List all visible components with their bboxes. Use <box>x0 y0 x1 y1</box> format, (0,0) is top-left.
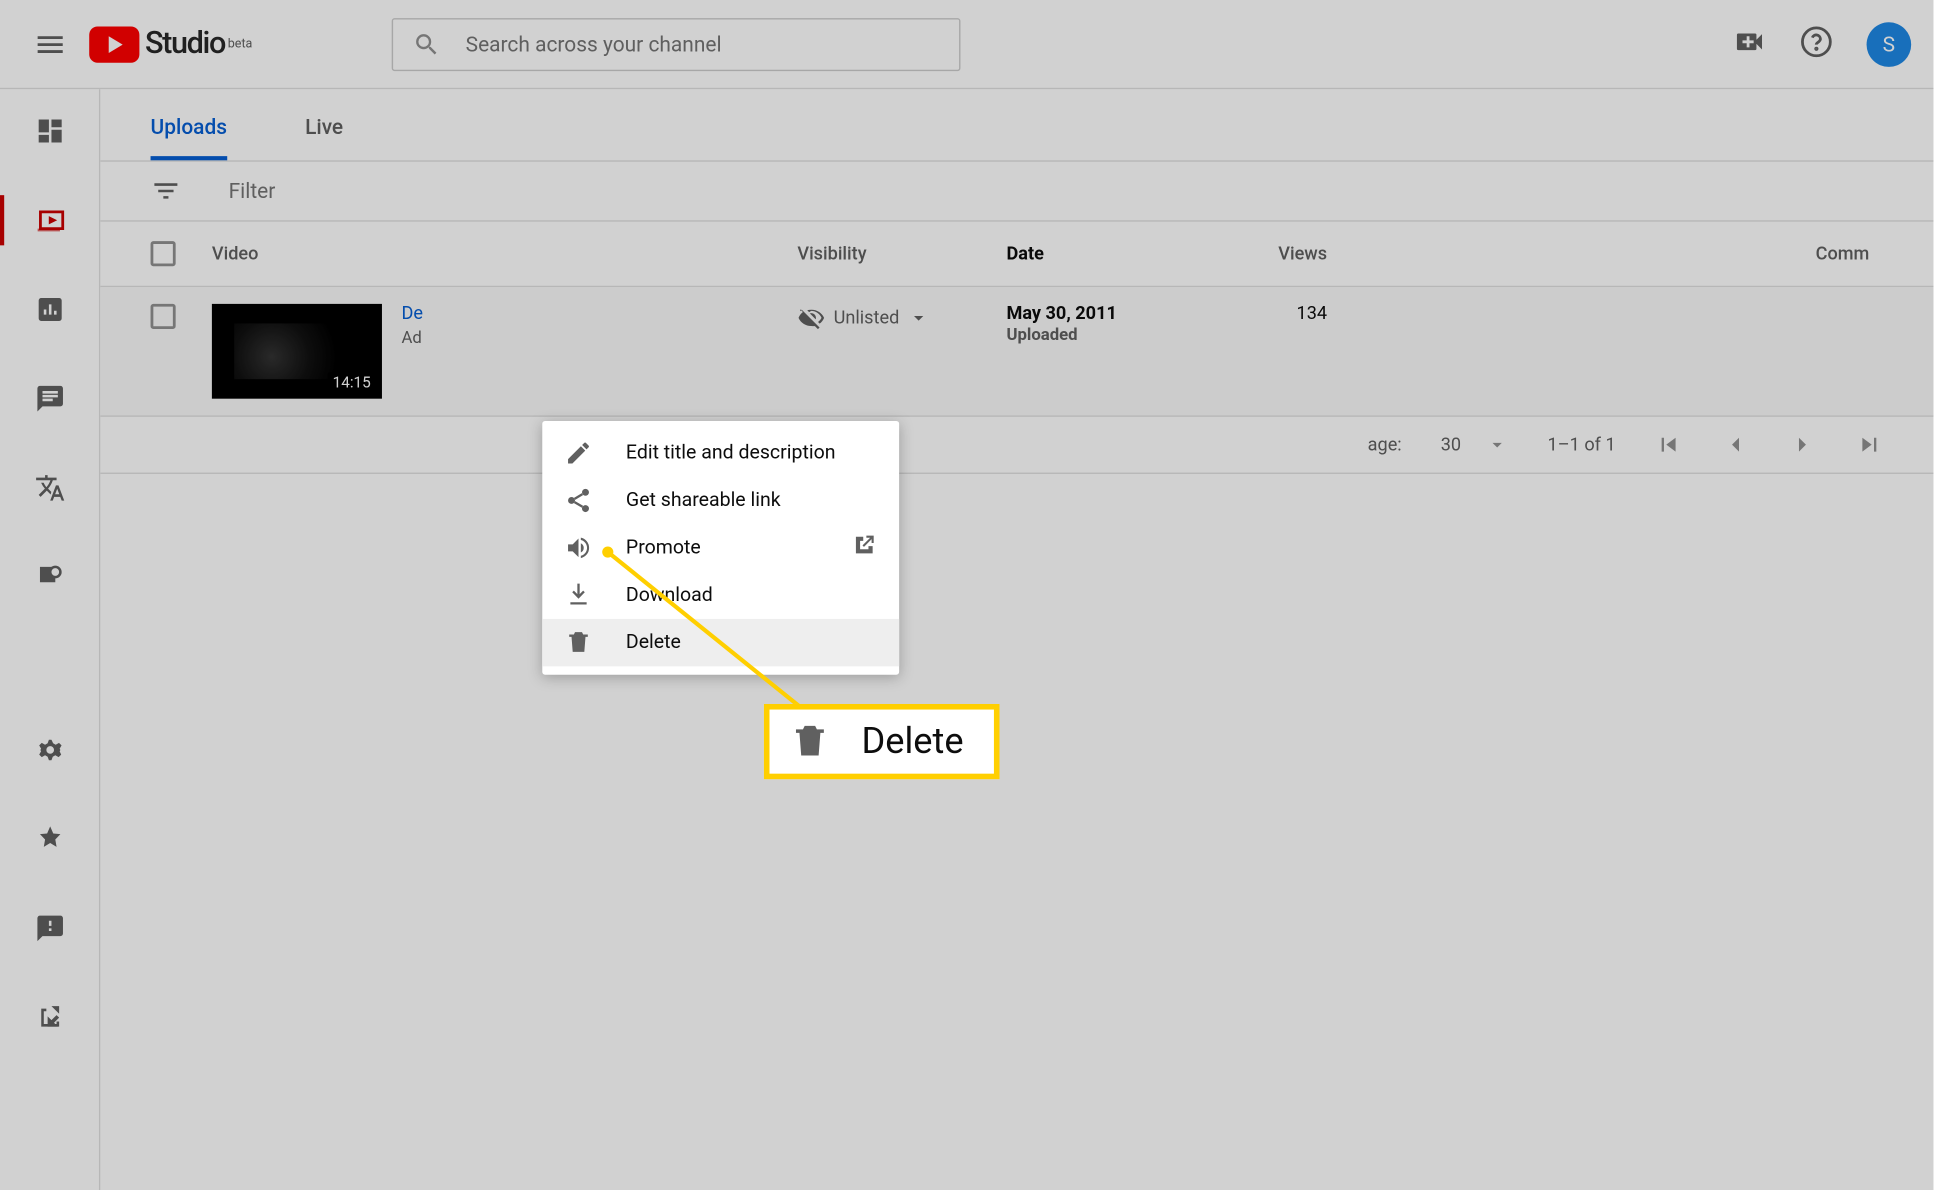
menu-share-link[interactable]: Get shareable link <box>542 477 899 524</box>
annotation-callout: Delete <box>764 704 1000 779</box>
share-icon <box>565 487 598 515</box>
trash-icon <box>565 629 598 657</box>
download-icon <box>565 581 598 609</box>
open-external-icon <box>852 533 877 564</box>
trash-icon <box>789 721 831 763</box>
menu-promote[interactable]: Promote <box>542 524 899 571</box>
pencil-icon <box>565 439 598 467</box>
megaphone-icon <box>565 534 598 562</box>
menu-delete[interactable]: Delete <box>542 619 899 666</box>
menu-edit-title[interactable]: Edit title and description <box>542 429 899 476</box>
context-menu: Edit title and description Get shareable… <box>542 421 899 675</box>
modal-scrim <box>0 0 1933 1190</box>
menu-download[interactable]: Download <box>542 572 899 619</box>
callout-label: Delete <box>861 721 963 763</box>
